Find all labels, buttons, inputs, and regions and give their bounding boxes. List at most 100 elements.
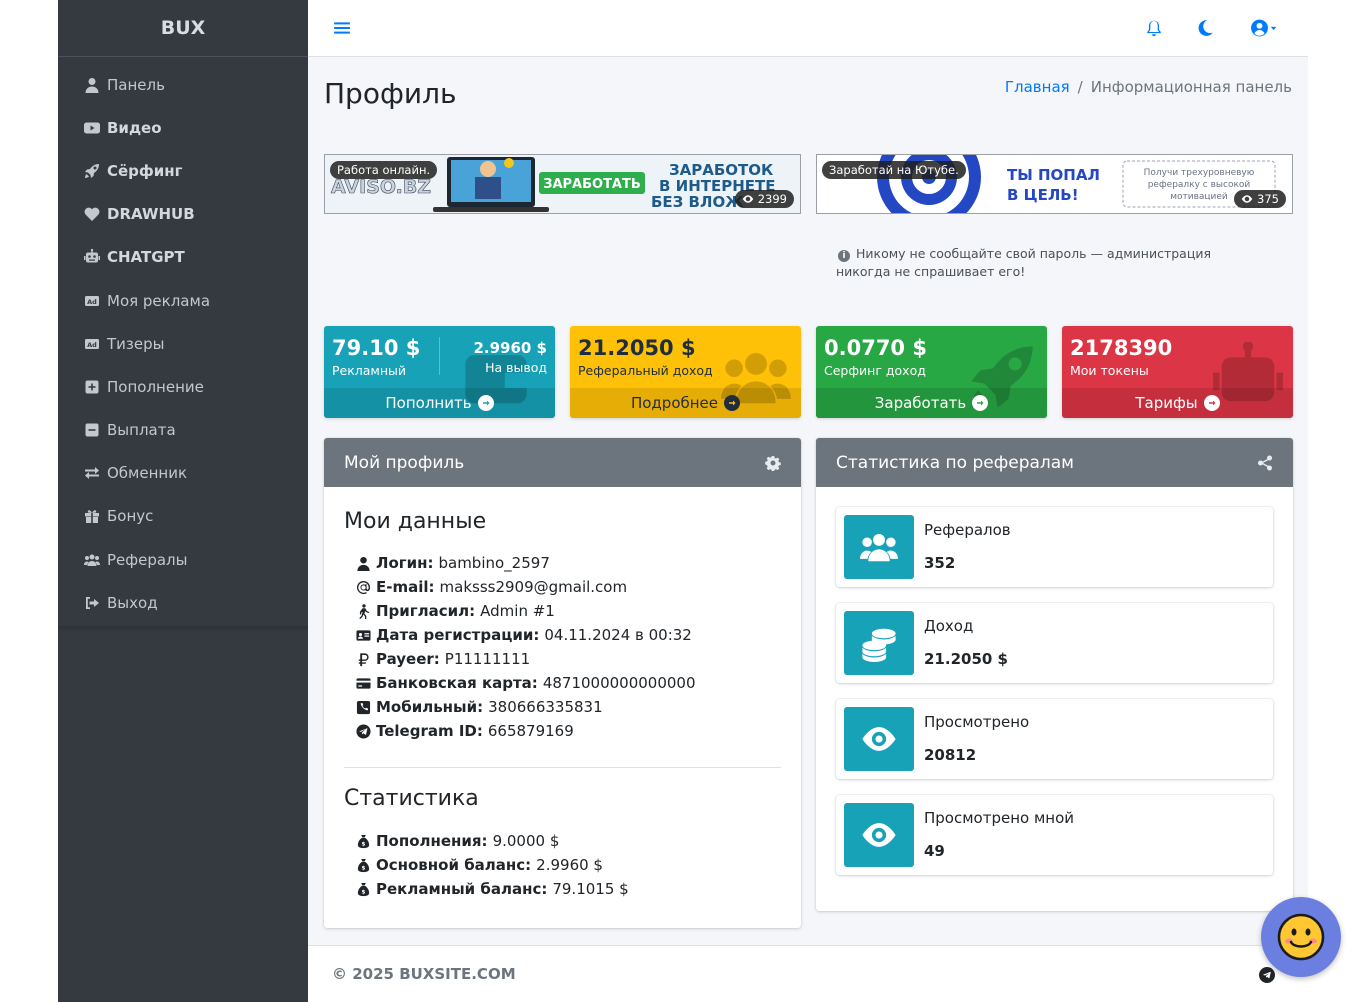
- statistics-title: Статистика: [344, 786, 479, 811]
- sidebar-item-label: Выплата: [107, 421, 176, 440]
- profile-row-label: Payeer:: [376, 650, 440, 668]
- stats-row-ad-balance: $ Рекламный баланс: 79.1015 $: [354, 877, 629, 901]
- dark-mode-moon-icon[interactable]: [1195, 18, 1215, 38]
- profile-row-label: Мобильный:: [376, 698, 484, 716]
- sidebar-item-my-ads[interactable]: Ad Моя реклама: [58, 279, 308, 322]
- svg-text:мотивацией: мотивацией: [1170, 192, 1228, 202]
- user-menu-dropdown[interactable]: [1247, 18, 1281, 38]
- sidebar-item-payout[interactable]: Выплата: [58, 409, 308, 452]
- user-tie-icon: [354, 555, 372, 571]
- info-box-value: 20812: [924, 746, 977, 764]
- sidebar-item-label: Обменник: [107, 464, 188, 483]
- ad-banner-youtube[interactable]: ТЫ ПОПАЛ В ЦЕЛЬ! Получи трехуровневую ре…: [816, 154, 1293, 214]
- gear-icon[interactable]: [765, 455, 781, 472]
- page-footer: © 2025 BUXSITE.COM: [308, 945, 1308, 1002]
- profile-card-header: Мой профиль: [324, 438, 801, 487]
- box-divider: [439, 337, 440, 375]
- svg-text:ТЫ ПОПАЛ: ТЫ ПОПАЛ: [1007, 166, 1100, 184]
- profile-row-payeer: Payeer: P11111111: [354, 647, 530, 671]
- svg-text:ЗАРАБОТАТЬ: ЗАРАБОТАТЬ: [543, 177, 641, 192]
- sidebar-item-label: Видео: [107, 118, 162, 137]
- footer-copyright: © 2025 BUXSITE.COM: [332, 965, 516, 983]
- sidebar-item-bonus[interactable]: Бонус: [58, 495, 308, 538]
- more-details-link[interactable]: Подробнее: [570, 388, 801, 418]
- share-icon[interactable]: [1257, 455, 1273, 471]
- password-notice: i Никому не сообщайте свой пароль — админ…: [836, 245, 1266, 281]
- info-box-value: 21.2050 $: [924, 650, 1008, 668]
- ad-balance-box: 79.10 $ Рекламный 2.9960 $ На вывод Попо…: [324, 326, 555, 418]
- chat-widget-button[interactable]: [1261, 897, 1341, 977]
- profile-row-telegram: Telegram ID: 665879169: [354, 719, 574, 743]
- my-data-title: Мои данные: [344, 509, 487, 534]
- telegram-icon[interactable]: [1259, 967, 1275, 983]
- profile-row-value: P11111111: [444, 650, 531, 668]
- robot-icon: [82, 249, 102, 265]
- sidebar-item-label: Моя реклама: [107, 291, 211, 310]
- referral-income-box: 21.2050 $ Реферальный доход Подробнее: [570, 326, 801, 418]
- svg-text:$: $: [361, 841, 365, 847]
- surfing-income-label: Серфинг доход: [824, 363, 926, 378]
- credit-card-icon: [354, 675, 372, 691]
- heart-icon: [82, 206, 102, 222]
- password-notice-text: Никому не сообщайте свой пароль — админи…: [836, 246, 1211, 279]
- tokens-value: 2178390: [1070, 336, 1173, 360]
- tariffs-link[interactable]: Тарифы: [1062, 388, 1293, 418]
- banner-tag: Работа онлайн.: [330, 161, 438, 179]
- profile-row-registration-date: Дата регистрации: 04.11.2024 в 00:32: [354, 623, 692, 647]
- svg-text:В ЦЕЛЬ!: В ЦЕЛЬ!: [1007, 186, 1079, 204]
- referral-income-value: 21.2050 $: [578, 336, 696, 360]
- profile-row-label: E-mail:: [376, 578, 435, 596]
- sidebar-item-label: Бонус: [107, 507, 154, 526]
- profile-row-label: Логин:: [376, 554, 434, 572]
- ad-icon: Ad: [82, 336, 102, 352]
- sidebar-item-surfing[interactable]: Сёрфинг: [58, 149, 308, 192]
- eye-icon: [844, 803, 914, 867]
- stats-row-label: Пополнения:: [376, 832, 488, 850]
- sidebar-item-panel[interactable]: Панель: [58, 63, 308, 106]
- sidebar-item-referrals[interactable]: Рефералы: [58, 538, 308, 581]
- stats-row-deposits: $ Пополнения: 9.0000 $: [354, 829, 559, 853]
- profile-row-label: Пригласил:: [376, 602, 476, 620]
- svg-text:Получи трехуровневую: Получи трехуровневую: [1144, 168, 1255, 178]
- bell-icon[interactable]: [1144, 18, 1164, 38]
- menu-toggle-icon[interactable]: [332, 18, 352, 38]
- sidebar-item-exchange[interactable]: Обменник: [58, 452, 308, 495]
- viewed-by-me-info-box: Просмотрено мной 49: [836, 795, 1273, 875]
- sign-out-icon: [82, 595, 102, 611]
- top-navbar: [308, 0, 1308, 57]
- stats-row-value: 2.9960 $: [536, 856, 603, 874]
- referral-stats-card: Статистика по рефералам Рефералов 352 До…: [816, 438, 1293, 911]
- ad-balance-value: 79.10 $: [332, 336, 421, 360]
- sidebar-item-video[interactable]: Видео: [58, 106, 308, 149]
- info-box-label: Просмотрено: [924, 713, 1030, 731]
- profile-row-value: bambino_2597: [438, 554, 550, 572]
- profile-row-email: E-mail: maksss2909@gmail.com: [354, 575, 627, 599]
- brand-logo[interactable]: BUX: [58, 0, 308, 57]
- user-icon: [82, 77, 102, 93]
- profile-row-inviter: Пригласил: Admin #1: [354, 599, 555, 623]
- tariffs-link-label: Тарифы: [1135, 394, 1198, 412]
- svg-text:AVISO.BZ: AVISO.BZ: [331, 176, 431, 198]
- sidebar-item-deposit[interactable]: Пополнение: [58, 365, 308, 408]
- profile-row-bank-card: Банковская карта: 4871000000000000: [354, 671, 696, 695]
- info-box-value: 49: [924, 842, 945, 860]
- sidebar-item-logout[interactable]: Выход: [58, 581, 308, 624]
- deposit-link-label: Пополнить: [385, 394, 472, 412]
- stats-row-value: 79.1015 $: [552, 880, 629, 898]
- eye-icon: [1241, 195, 1253, 203]
- profile-row-label: Telegram ID:: [376, 722, 483, 740]
- deposit-link[interactable]: Пополнить: [324, 388, 555, 418]
- section-divider: [344, 767, 781, 768]
- sidebar-item-chatgpt[interactable]: CHATGPT: [58, 236, 308, 279]
- svg-text:рефералку с высокой: рефералку с высокой: [1148, 180, 1251, 190]
- arrow-circle-right-icon: [477, 395, 494, 411]
- sidebar-item-label: DRAWHUB: [107, 205, 195, 224]
- eye-icon: [844, 707, 914, 771]
- breadcrumb-home-link[interactable]: Главная: [1005, 78, 1070, 96]
- earn-link[interactable]: Заработать: [816, 388, 1047, 418]
- profile-row-value: 04.11.2024 в 00:32: [544, 626, 692, 644]
- ad-icon: Ad: [82, 293, 102, 309]
- sidebar-item-drawhub[interactable]: DRAWHUB: [58, 193, 308, 236]
- ad-banner-avisobz[interactable]: AVISO.BZ ЗАРАБОТАТЬ ЗАРАБОТОК В ИНТЕРНЕТ…: [324, 154, 801, 214]
- sidebar-item-teasers[interactable]: Ad Тизеры: [58, 322, 308, 365]
